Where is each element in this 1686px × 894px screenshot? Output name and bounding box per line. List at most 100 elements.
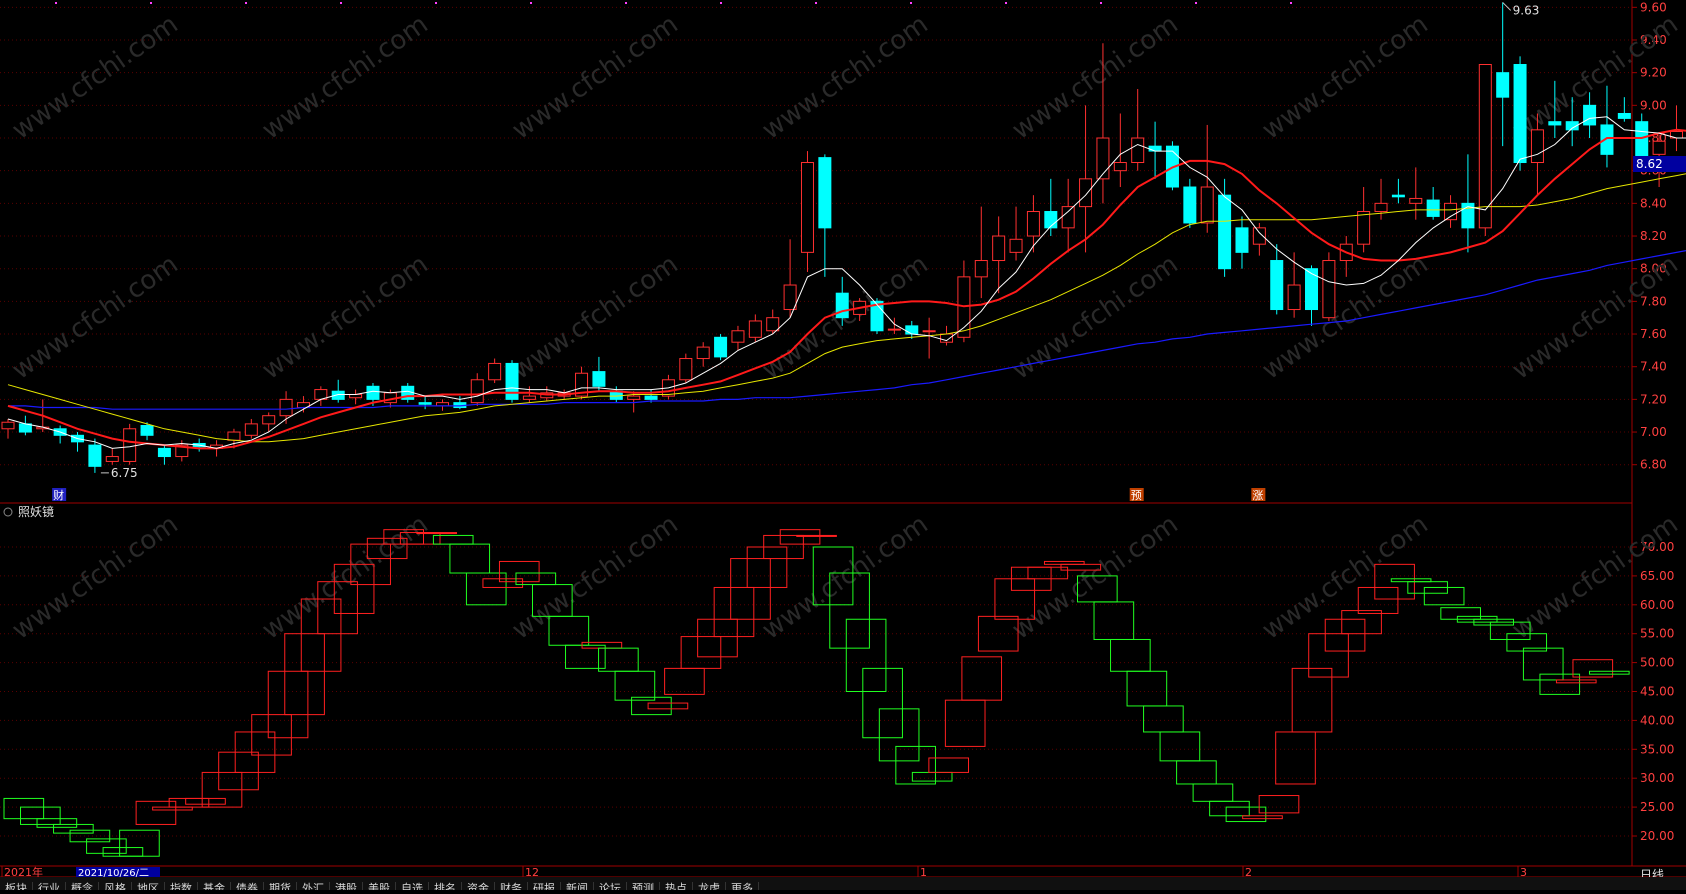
candle-body xyxy=(1652,140,1666,155)
y-tick-label: 35.00 xyxy=(1640,742,1674,756)
candle xyxy=(679,353,693,384)
top-marker xyxy=(1005,2,1007,4)
candle-body xyxy=(835,292,849,319)
y-tick-label: 65.00 xyxy=(1640,569,1674,583)
bottom-tab[interactable]: 新闻 xyxy=(561,882,594,890)
bottom-tab[interactable]: 更多 xyxy=(726,882,759,890)
event-marker: 财 xyxy=(53,488,64,502)
candle-body xyxy=(470,379,484,404)
y-tick-label: 7.00 xyxy=(1640,425,1667,439)
bottom-tab[interactable]: 热点 xyxy=(660,882,693,890)
top-marker xyxy=(625,2,627,4)
candle-body xyxy=(592,371,606,387)
y-tick-label: 30.00 xyxy=(1640,771,1674,785)
candle-body xyxy=(731,330,745,343)
candle xyxy=(123,423,137,465)
bottom-tab[interactable]: 行业 xyxy=(33,882,66,890)
candle-body xyxy=(1009,238,1023,253)
candle-body xyxy=(1096,137,1110,180)
candle-body xyxy=(1374,202,1388,213)
candle-body xyxy=(696,346,710,360)
chart-canvas[interactable]: 9.609.409.209.008.808.608.408.208.007.80… xyxy=(0,0,1686,890)
background xyxy=(0,0,1686,890)
y-tick-label: 8.20 xyxy=(1640,229,1667,243)
y-tick-label: 50.00 xyxy=(1640,656,1674,670)
bottom-tab[interactable]: 外汇 xyxy=(297,882,330,890)
candle-body xyxy=(974,260,988,278)
y-tick-label: 40.00 xyxy=(1640,713,1674,727)
candle-body xyxy=(644,395,658,400)
candle-body xyxy=(1270,260,1284,311)
high-label: 9.63 xyxy=(1513,3,1540,17)
candle-body xyxy=(1026,211,1040,237)
candle-body xyxy=(123,428,137,462)
y-tick-label: 7.40 xyxy=(1640,360,1667,374)
candle-body xyxy=(714,336,728,358)
y-tick-label: 7.20 xyxy=(1640,392,1667,406)
bottom-tab[interactable]: 财务 xyxy=(495,882,528,890)
candle-body xyxy=(1444,202,1458,221)
bottom-tab[interactable]: 自选 xyxy=(396,882,429,890)
bottom-tab[interactable]: 地区 xyxy=(132,882,165,890)
candle-body xyxy=(1183,186,1197,224)
candle-body xyxy=(905,325,919,335)
y-tick-label: 9.20 xyxy=(1640,66,1667,80)
bottom-tab[interactable]: 债券 xyxy=(231,882,264,890)
candle-body xyxy=(922,330,936,333)
candle xyxy=(1322,252,1336,321)
candle-body xyxy=(748,320,762,338)
candle-body xyxy=(105,456,119,462)
chart-stage[interactable]: 9.609.409.209.008.808.608.408.208.007.80… xyxy=(0,0,1686,890)
y-tick-label: 60.00 xyxy=(1640,598,1674,612)
top-marker xyxy=(720,2,722,4)
candle-body xyxy=(1322,260,1336,319)
top-marker xyxy=(1195,2,1197,4)
candle-body xyxy=(627,395,641,400)
candle-body xyxy=(88,444,102,467)
candle-body xyxy=(140,425,154,436)
bottom-tab[interactable]: 论坛 xyxy=(594,882,627,890)
bottom-tab[interactable]: 期货 xyxy=(264,882,297,890)
candle-body xyxy=(783,284,797,311)
event-marker: 涨 xyxy=(1252,489,1263,502)
candle-body xyxy=(1044,211,1058,229)
candle-body xyxy=(1148,145,1162,152)
y-tick-label: 7.60 xyxy=(1640,327,1667,341)
candle-body xyxy=(1079,178,1093,208)
y-tick-label: 20.00 xyxy=(1640,829,1674,843)
candle-body xyxy=(1061,206,1075,229)
candle-body xyxy=(366,385,380,400)
y-tick-label: 8.40 xyxy=(1640,196,1667,210)
bottom-tab[interactable]: 指数 xyxy=(165,882,198,890)
bottom-tab[interactable]: 预测 xyxy=(627,882,660,890)
top-marker xyxy=(55,2,57,4)
top-marker xyxy=(1100,2,1102,4)
candle xyxy=(505,360,519,403)
bottom-tab[interactable]: 风格 xyxy=(99,882,132,890)
indicator-title: 照妖镜 xyxy=(18,504,54,519)
top-marker xyxy=(1290,2,1292,4)
candle-body xyxy=(1357,211,1371,245)
candle-body xyxy=(1530,129,1544,164)
low-label: 6.75 xyxy=(111,466,138,480)
bottom-tab[interactable]: 板块 xyxy=(0,882,33,890)
candle-body xyxy=(679,358,693,381)
bottom-tab[interactable]: 美股 xyxy=(363,882,396,890)
candle-body xyxy=(992,235,1006,262)
candle-body xyxy=(488,362,502,381)
bottom-tab[interactable]: 研报 xyxy=(528,882,561,890)
candle-body xyxy=(418,402,432,405)
candle-body xyxy=(766,317,780,332)
bottom-tab[interactable]: 排名 xyxy=(429,882,462,890)
oscillator-box xyxy=(416,532,458,535)
bottom-tab[interactable]: 概念 xyxy=(66,882,99,890)
top-marker xyxy=(245,2,247,4)
bottom-tab[interactable]: 基金 xyxy=(198,882,231,890)
candle-body xyxy=(1635,121,1649,159)
bottom-tab[interactable]: 龙虎 xyxy=(693,882,726,890)
top-marker xyxy=(815,2,817,4)
candle-body xyxy=(1,421,15,430)
candle-body xyxy=(1391,194,1405,198)
bottom-tab[interactable]: 港股 xyxy=(330,882,363,890)
bottom-tab[interactable]: 资金 xyxy=(462,882,495,890)
